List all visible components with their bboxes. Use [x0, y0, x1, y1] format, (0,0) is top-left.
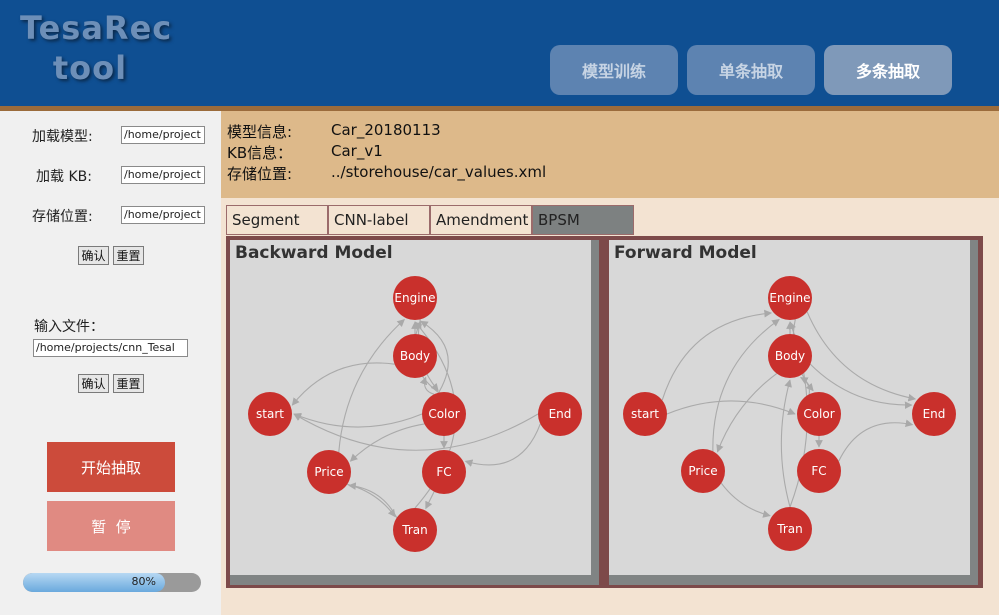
forward-model-panel: Forward Model Engine Body start Color End Pri… — [609, 240, 978, 585]
node-color-label: Color — [803, 407, 834, 421]
node-price-label: Price — [314, 465, 343, 479]
work-area: Segment CNN-label Amendment BPSM Backwar… — [221, 198, 999, 615]
model-info-label: 模型信息: — [227, 123, 293, 141]
edge-body-to-start — [291, 362, 395, 406]
node-color[interactable]: Color — [422, 392, 466, 436]
node-fc[interactable]: FC — [422, 450, 466, 494]
edge-end-to-fc — [464, 423, 541, 467]
info-panel: 模型信息: Car_20180113 KB信息： Car_v1 存储位置: ..… — [221, 111, 999, 198]
edge-tran-to-body — [780, 379, 792, 508]
backward-model-canvas: Backward Model Engine Body start Color End Pr… — [230, 240, 591, 575]
edge-tran-to-price — [348, 482, 398, 518]
node-engine[interactable]: Engine — [393, 276, 437, 320]
tab-cnn-label[interactable]: CNN-label — [328, 205, 430, 235]
models-container: Backward Model Engine Body start Color End Pr… — [226, 236, 983, 588]
node-fc-label: FC — [436, 465, 451, 479]
node-tran-label: Tran — [401, 523, 427, 537]
edge-price-to-tran — [347, 483, 396, 518]
logo-line-1: TesaRec — [20, 9, 173, 47]
node-color[interactable]: Color — [797, 392, 841, 436]
backward-graph: Engine Body start Color End Price FC Tran — [248, 276, 582, 552]
node-color-label: Color — [428, 407, 459, 421]
tab-segment[interactable]: Segment — [226, 205, 328, 235]
save-path-label: 存储位置: — [32, 209, 93, 225]
node-start[interactable]: start — [623, 392, 667, 436]
file-reset-button[interactable]: 重置 — [113, 374, 144, 393]
node-end-label: End — [923, 407, 946, 421]
node-engine-label: Engine — [394, 291, 435, 305]
edge-end-to-start — [293, 413, 539, 451]
tab-single-extract[interactable]: 单条抽取 — [687, 45, 815, 95]
edge-start-to-color — [666, 400, 796, 415]
tab-bpsm[interactable]: BPSM — [532, 205, 634, 235]
storage-path-label: 存储位置: — [227, 165, 293, 183]
edge-fc-to-end — [838, 419, 914, 462]
node-tran[interactable]: Tran — [768, 507, 812, 551]
reset-button[interactable]: 重置 — [113, 246, 144, 265]
forward-model-canvas: Forward Model Engine Body start Color End Pri… — [609, 240, 970, 575]
edge-price-to-tran — [720, 482, 771, 518]
node-price-label: Price — [688, 464, 717, 478]
load-model-input[interactable]: /home/project — [121, 126, 205, 144]
edge-body-to-price — [716, 373, 778, 453]
load-kb-label: 加载 KB: — [36, 169, 92, 185]
model-info-value: Car_20180113 — [331, 121, 441, 139]
storage-path-value: ../storehouse/car_values.xml — [331, 163, 547, 181]
node-price[interactable]: Price — [307, 450, 351, 494]
backward-model-panel: Backward Model Engine Body start Color End Pr… — [230, 240, 599, 585]
file-confirm-button[interactable]: 确认 — [78, 374, 109, 393]
tab-amendment[interactable]: Amendment — [430, 205, 532, 235]
save-path-input[interactable]: /home/project — [121, 206, 205, 224]
app-header: TesaRec tool 模型训练 单条抽取 多条抽取 — [0, 0, 999, 106]
app-logo: TesaRec tool — [20, 8, 173, 88]
node-body-label: Body — [775, 349, 805, 363]
node-end[interactable]: End — [912, 392, 956, 436]
node-start-label: start — [256, 407, 284, 421]
node-body[interactable]: Body — [768, 334, 812, 378]
input-file-label: 输入文件： — [34, 319, 104, 335]
edge-color-to-body — [800, 376, 810, 395]
node-start-label: start — [631, 407, 659, 421]
tab-multi-extract[interactable]: 多条抽取 — [824, 45, 952, 95]
node-engine[interactable]: Engine — [768, 276, 812, 320]
progress-text: 80% — [131, 575, 156, 588]
edge-color-to-body — [419, 376, 435, 395]
progress-bar: 80% — [23, 573, 201, 592]
logo-line-2: tool — [52, 49, 128, 87]
node-end-label: End — [549, 407, 572, 421]
kb-info-label: KB信息： — [227, 144, 293, 162]
node-fc[interactable]: FC — [797, 449, 841, 493]
edge-price-to-engine — [712, 318, 780, 452]
load-model-label: 加载模型: — [32, 129, 93, 145]
kb-info-value: Car_v1 — [331, 142, 383, 160]
node-tran[interactable]: Tran — [393, 508, 437, 552]
node-tran-label: Tran — [776, 522, 802, 536]
edge-engine-to-end — [806, 311, 917, 402]
edge-fc-to-tran — [425, 491, 435, 510]
node-engine-label: Engine — [769, 291, 810, 305]
node-body-label: Body — [400, 349, 430, 363]
left-panel: 加载模型: /home/project 加载 KB: /home/project… — [0, 111, 221, 615]
input-file-field[interactable]: /home/projects/cnn_Tesal — [33, 339, 188, 357]
confirm-button[interactable]: 确认 — [78, 246, 109, 265]
load-kb-input[interactable]: /home/project — [121, 166, 205, 184]
start-extract-button[interactable]: 开始抽取 — [47, 442, 175, 492]
forward-graph: Engine Body start Color End Price FC Tran — [623, 276, 956, 551]
edge-start-to-engine — [661, 309, 773, 401]
pause-button[interactable]: 暂 停 — [47, 501, 175, 551]
node-fc-label: FC — [811, 464, 826, 478]
node-body[interactable]: Body — [393, 334, 437, 378]
node-price[interactable]: Price — [681, 449, 725, 493]
tab-model-training[interactable]: 模型训练 — [550, 45, 678, 95]
node-end[interactable]: End — [538, 392, 582, 436]
node-start[interactable]: start — [248, 392, 292, 436]
